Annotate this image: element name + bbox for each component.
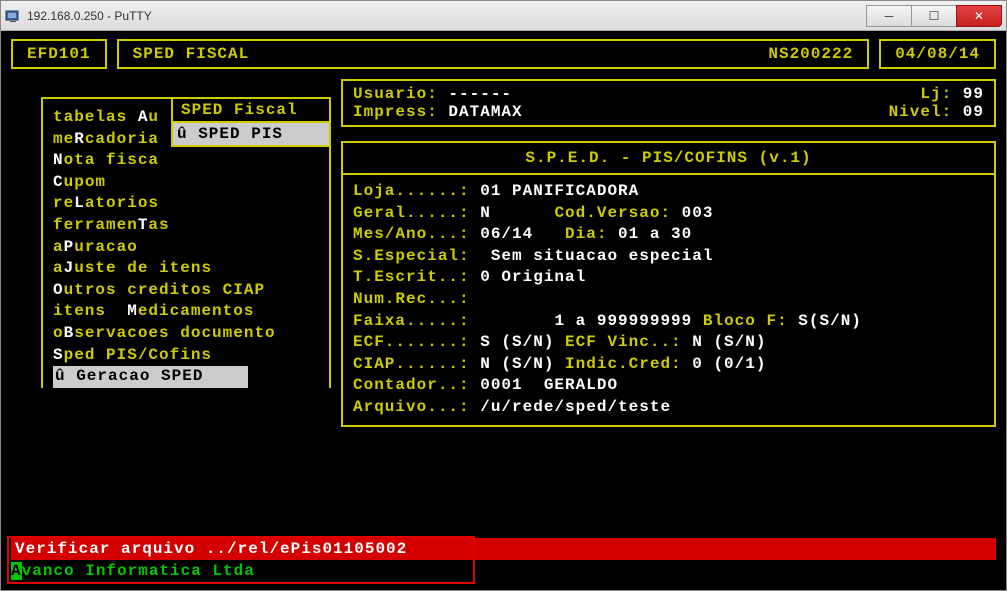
minimize-button[interactable]: ─ <box>866 5 912 27</box>
header-title-box: SPED FISCAL NS200222 <box>117 39 870 69</box>
terminal[interactable]: EFD101 SPED FISCAL NS200222 04/08/14 tab… <box>1 31 1006 590</box>
header-row: EFD101 SPED FISCAL NS200222 04/08/14 <box>11 39 996 69</box>
panel-line: Arquivo...: /u/rede/sped/teste <box>353 397 984 419</box>
panel-line: Geral.....: N Cod.Versao: 003 <box>353 203 984 225</box>
lj-value: 99 <box>963 85 984 103</box>
menu-item-selected[interactable]: û Geracao SPED <box>53 366 248 388</box>
panel-line: Faixa.....: 1 a 999999999 Bloco F: S(S/N… <box>353 311 984 333</box>
menu-item[interactable]: Sped PIS/Cofins <box>53 345 329 367</box>
submenu: SPED Fiscal û SPED PIS <box>171 97 331 147</box>
header-station: NS200222 <box>768 45 853 63</box>
panel-line: Loja......: 01 PANIFICADORA <box>353 181 984 203</box>
panel-line: S.Especial: Sem situacao especial <box>353 246 984 268</box>
nivel-value: 09 <box>963 103 984 121</box>
maximize-button[interactable]: ☐ <box>911 5 957 27</box>
mid-wrap: tabelas AumeRcadoriaNota fiscaCupomreLat… <box>11 79 996 427</box>
user-info-box: Usuario: ------ Lj: 99 Impress: DATAMAX … <box>341 79 996 127</box>
lj-label: Lj: <box>920 85 962 103</box>
menu-item[interactable]: aJuste de itens <box>53 258 329 280</box>
titlebar[interactable]: 192.168.0.250 - PuTTY ─ ☐ ✕ <box>1 1 1006 31</box>
impress-label: Impress: <box>353 103 448 121</box>
panel-line: ECF.......: S (S/N) ECF Vinc..: N (S/N) <box>353 332 984 354</box>
panel-line: Mes/Ano...: 06/14 Dia: 01 a 30 <box>353 224 984 246</box>
header-date: 04/08/14 <box>879 39 996 69</box>
panel-line: Num.Rec...: <box>353 289 984 311</box>
sped-panel: S.P.E.D. - PIS/COFINS (v.1) Loja......: … <box>341 141 996 427</box>
menu-area: tabelas AumeRcadoriaNota fiscaCupomreLat… <box>11 79 331 427</box>
status-bar: Verificar arquivo ../rel/ePis01105002 <box>11 538 996 560</box>
putty-icon <box>5 8 21 24</box>
menu-item[interactable]: ferramenTas <box>53 215 329 237</box>
close-button[interactable]: ✕ <box>956 5 1002 27</box>
menu-item[interactable]: reLatorios <box>53 193 329 215</box>
menu-item[interactable]: oBservacoes documento <box>53 323 329 345</box>
menu-item[interactable]: Outros creditos CIAP <box>53 280 329 302</box>
panel-title: S.P.E.D. - PIS/COFINS (v.1) <box>343 143 994 175</box>
submenu-head[interactable]: SPED Fiscal <box>173 99 329 123</box>
submenu-item-selected[interactable]: û SPED PIS <box>173 123 329 145</box>
impress-value: DATAMAX <box>448 103 522 121</box>
menu-item[interactable]: itens Medicamentos <box>53 301 329 323</box>
footer-line: Avanco Informatica Ltda <box>11 562 255 580</box>
menu-item[interactable]: Cupom <box>53 172 329 194</box>
right-column: Usuario: ------ Lj: 99 Impress: DATAMAX … <box>341 79 996 427</box>
header-title: SPED FISCAL <box>133 45 769 63</box>
panel-line: T.Escrit..: 0 Original <box>353 267 984 289</box>
nivel-label: Nivel: <box>889 103 963 121</box>
panel-line: Contador..: 0001 GERALDO <box>353 375 984 397</box>
menu-item[interactable]: Nota fisca <box>53 150 329 172</box>
window-title: 192.168.0.250 - PuTTY <box>27 9 867 23</box>
usuario-label: Usuario: <box>353 85 448 103</box>
menu-item[interactable]: aPuracao <box>53 237 329 259</box>
usuario-value: ------ <box>448 85 512 103</box>
header-code: EFD101 <box>11 39 107 69</box>
panel-line: CIAP......: N (S/N) Indic.Cred: 0 (0/1) <box>353 354 984 376</box>
window-buttons: ─ ☐ ✕ <box>867 5 1002 27</box>
putty-window: 192.168.0.250 - PuTTY ─ ☐ ✕ EFD101 SPED … <box>0 0 1007 591</box>
